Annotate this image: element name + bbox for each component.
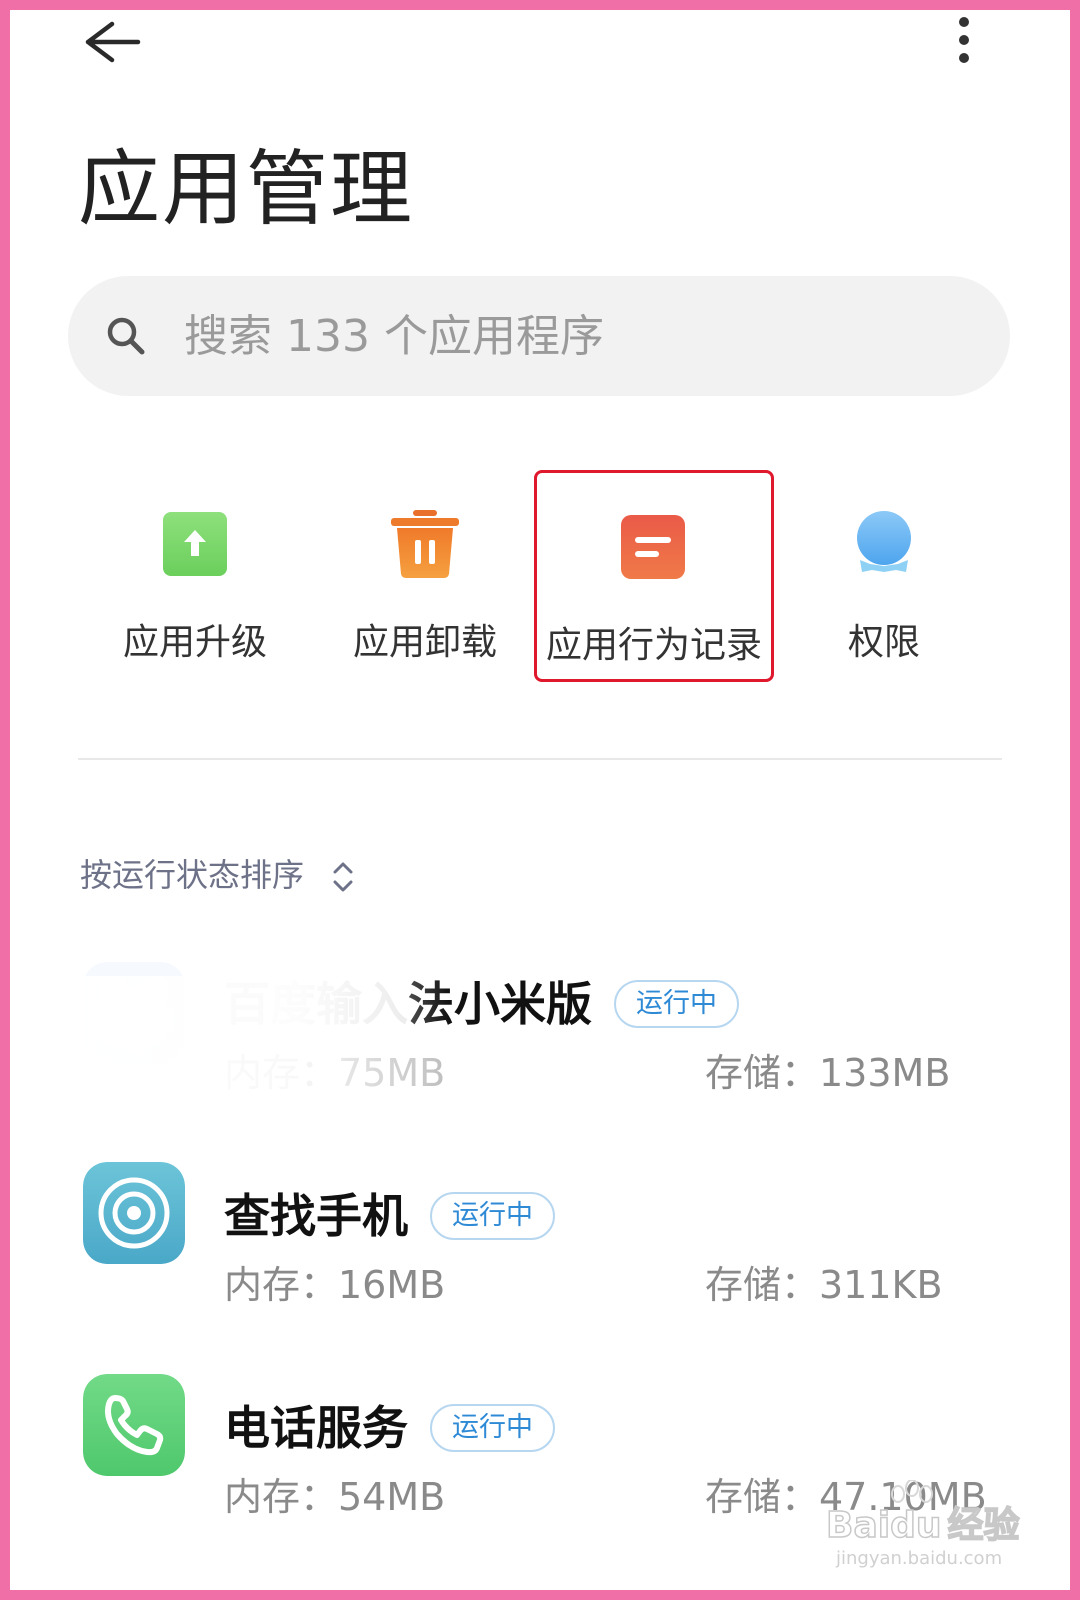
more-options-button[interactable] xyxy=(935,12,975,72)
memory-usage: 内存：16MB xyxy=(224,1263,446,1307)
status-badge: 运行中 xyxy=(430,1191,555,1240)
arrow-left-icon xyxy=(85,21,141,63)
app-name: 电话服务 运行中 xyxy=(224,1400,555,1456)
find-device-icon xyxy=(83,1162,185,1264)
trash-icon xyxy=(391,510,459,578)
app-uninstall-button[interactable]: 应用卸载 xyxy=(315,470,535,680)
section-divider xyxy=(78,758,1002,760)
app-name: 百度输入法小米版 运行中 xyxy=(224,976,739,1032)
status-badge: 运行中 xyxy=(614,979,739,1028)
permission-button[interactable]: 权限 xyxy=(774,470,994,680)
phone-icon xyxy=(83,1374,185,1476)
permission-label: 权限 xyxy=(847,622,920,663)
memory-usage: 内存：54MB xyxy=(224,1475,446,1519)
watermark-url: jingyan.baidu.com xyxy=(836,1548,1003,1569)
search-input[interactable] xyxy=(184,300,964,372)
back-button[interactable] xyxy=(78,12,158,68)
app-behavior-record-button[interactable]: 应用行为记录 xyxy=(534,470,774,682)
status-badge: 运行中 xyxy=(430,1403,555,1452)
app-list-item[interactable]: 百度输入法小米版 运行中 内存：75MB 存储：133MB xyxy=(0,962,1080,1156)
baidu-watermark: Baidu 经验 jingyan.baidu.com xyxy=(825,1480,1026,1578)
app-uninstall-label: 应用卸载 xyxy=(352,622,497,663)
more-vertical-icon xyxy=(959,17,969,63)
app-behavior-record-label: 应用行为记录 xyxy=(545,625,762,666)
page-title: 应用管理 xyxy=(78,142,415,237)
sort-label: 按运行状态排序 xyxy=(80,856,305,894)
app-upgrade-button[interactable]: 应用升级 xyxy=(85,470,305,680)
permission-icon xyxy=(857,511,911,572)
record-icon xyxy=(621,515,685,579)
app-list-item[interactable]: 查找手机 运行中 内存：16MB 存储：311KB xyxy=(0,1162,1080,1368)
memory-usage: 内存：75MB xyxy=(224,1051,446,1095)
storage-usage: 存储：133MB xyxy=(705,1051,951,1095)
chevron-updown-icon xyxy=(333,862,353,892)
app-name: 查找手机 运行中 xyxy=(224,1188,555,1244)
app-upgrade-label: 应用升级 xyxy=(122,622,267,663)
upgrade-icon xyxy=(163,512,227,576)
sort-selector[interactable]: 按运行状态排序 xyxy=(80,850,354,894)
top-bar xyxy=(0,0,1080,90)
search-icon xyxy=(107,317,145,355)
search-bar[interactable] xyxy=(68,276,1010,396)
storage-usage: 存储：311KB xyxy=(705,1263,943,1307)
baidu-ime-icon xyxy=(83,962,185,1064)
